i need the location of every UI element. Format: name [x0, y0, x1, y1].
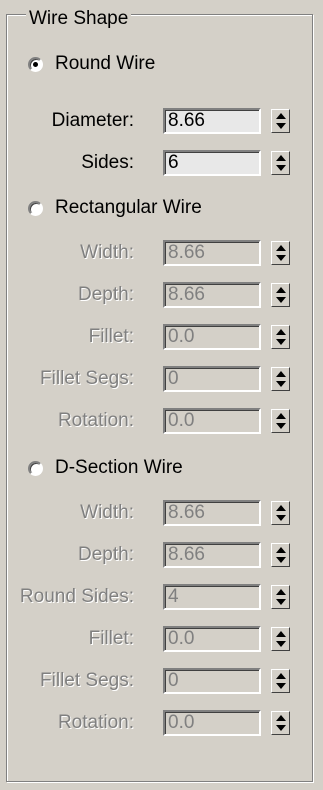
- dsec-width-spinner[interactable]: [271, 501, 290, 525]
- dsec-fillet-segs-row: Fillet Segs: 0: [0, 666, 300, 696]
- dsec-width-input[interactable]: 8.66: [163, 500, 261, 526]
- rect-depth-label: Depth:: [78, 284, 134, 305]
- dsec-rotation-input[interactable]: 0.0: [163, 710, 261, 736]
- dsec-depth-label: Depth:: [78, 544, 134, 565]
- dsec-rotation-label: Rotation:: [57, 712, 134, 733]
- dsec-round-sides-input[interactable]: 4: [163, 584, 261, 610]
- dsec-depth-spinner[interactable]: [271, 543, 290, 567]
- rectangular-wire-radio-button[interactable]: [28, 200, 43, 216]
- rect-depth-input[interactable]: 8.66: [163, 282, 261, 308]
- rect-fillet-segs-row: Fillet Segs: 0: [0, 364, 300, 394]
- rect-depth-spinner[interactable]: [271, 283, 290, 307]
- dsection-wire-radio[interactable]: D-Section Wire: [28, 454, 183, 482]
- dsec-fillet-segs-label: Fillet Segs:: [40, 670, 134, 691]
- rect-fillet-input[interactable]: 0.0: [163, 324, 261, 350]
- dsec-round-sides-spinner[interactable]: [271, 585, 290, 609]
- dsec-depth-input[interactable]: 8.66: [163, 542, 261, 568]
- round-sides-row: Sides: 6: [0, 148, 300, 178]
- rect-rotation-row: Rotation: 0.0: [0, 406, 300, 436]
- round-sides-spinner[interactable]: [271, 151, 290, 175]
- dsec-round-sides-label: Round Sides:: [19, 586, 134, 607]
- rect-fillet-segs-label: Fillet Segs:: [40, 368, 134, 389]
- dsec-rotation-spinner[interactable]: [271, 711, 290, 735]
- rect-fillet-segs-input[interactable]: 0: [163, 366, 261, 392]
- rect-width-label: Width:: [80, 242, 134, 263]
- dsec-fillet-input[interactable]: 0.0: [163, 626, 261, 652]
- dsec-fillet-label: Fillet:: [88, 628, 134, 649]
- round-diameter-row: Diameter: 8.66: [0, 106, 300, 136]
- dsec-depth-row: Depth: 8.66: [0, 540, 300, 570]
- round-wire-radio[interactable]: Round Wire: [28, 50, 155, 78]
- rect-rotation-spinner[interactable]: [271, 409, 290, 433]
- round-diameter-label: Diameter:: [51, 110, 134, 131]
- dsection-wire-label: D-Section Wire: [55, 457, 183, 478]
- rect-rotation-input[interactable]: 0.0: [163, 408, 261, 434]
- dsec-fillet-spinner[interactable]: [271, 627, 290, 651]
- dsec-fillet-segs-spinner[interactable]: [271, 669, 290, 693]
- rect-width-row: Width: 8.66: [0, 238, 300, 268]
- round-wire-radio-button[interactable]: [28, 56, 43, 72]
- rectangular-wire-label: Rectangular Wire: [55, 197, 202, 218]
- rect-fillet-spinner[interactable]: [271, 325, 290, 349]
- dsec-width-label: Width:: [80, 502, 134, 523]
- rect-fillet-row: Fillet: 0.0: [0, 322, 300, 352]
- round-sides-label: Sides:: [81, 152, 134, 173]
- rectangular-wire-radio[interactable]: Rectangular Wire: [28, 194, 202, 222]
- dsec-width-row: Width: 8.66: [0, 498, 300, 528]
- rect-width-spinner[interactable]: [271, 241, 290, 265]
- round-diameter-spinner[interactable]: [271, 109, 290, 133]
- rect-fillet-segs-spinner[interactable]: [271, 367, 290, 391]
- round-diameter-input[interactable]: 8.66: [163, 108, 261, 134]
- rect-rotation-label: Rotation:: [57, 410, 134, 431]
- dsec-round-sides-row: Round Sides: 4: [0, 582, 300, 612]
- dsection-wire-radio-button[interactable]: [28, 460, 43, 476]
- rect-width-input[interactable]: 8.66: [163, 240, 261, 266]
- dsec-fillet-row: Fillet: 0.0: [0, 624, 300, 654]
- dsec-rotation-row: Rotation: 0.0: [0, 708, 300, 738]
- dsec-fillet-segs-input[interactable]: 0: [163, 668, 261, 694]
- round-wire-label: Round Wire: [55, 53, 156, 74]
- group-title: Wire Shape: [26, 8, 132, 30]
- rect-fillet-label: Fillet:: [88, 326, 134, 347]
- rect-depth-row: Depth: 8.66: [0, 280, 300, 310]
- round-sides-input[interactable]: 6: [163, 150, 261, 176]
